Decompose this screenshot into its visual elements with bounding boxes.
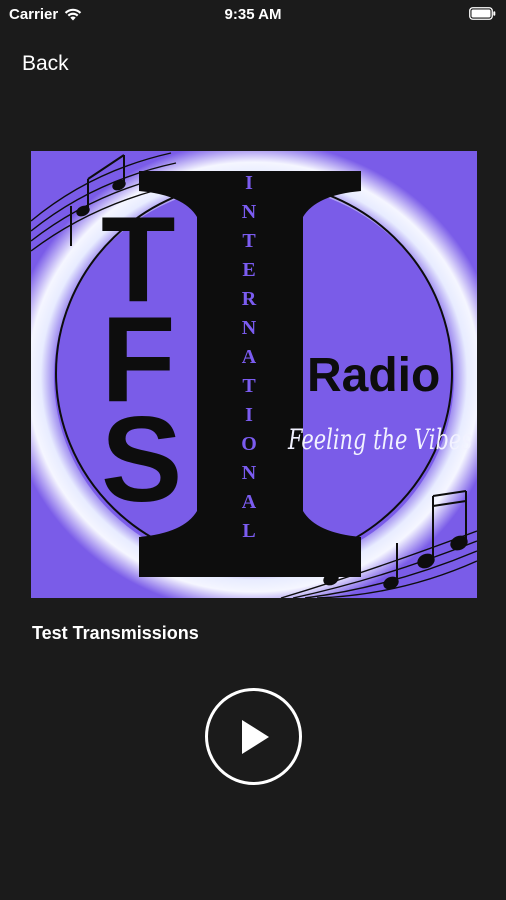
track-title: Test Transmissions <box>32 623 199 643</box>
logo-tagline: Feeling the Vibes <box>287 423 472 456</box>
battery-icon <box>469 7 496 24</box>
play-button[interactable] <box>205 688 302 785</box>
back-button[interactable]: Back <box>22 52 69 76</box>
logo-tfs-letters: TFS <box>101 191 182 527</box>
logo-radio-word: Radio <box>307 349 440 402</box>
station-artwork: TFS INTERNATIONAL Radio Feeling the Vibe… <box>31 151 477 598</box>
play-icon <box>241 719 269 754</box>
station-logo: TFS INTERNATIONAL Radio Feeling the Vibe… <box>31 151 477 598</box>
status-time: 9:35 AM <box>224 6 282 23</box>
status-bar: Carrier 9:35 AM <box>0 0 506 28</box>
